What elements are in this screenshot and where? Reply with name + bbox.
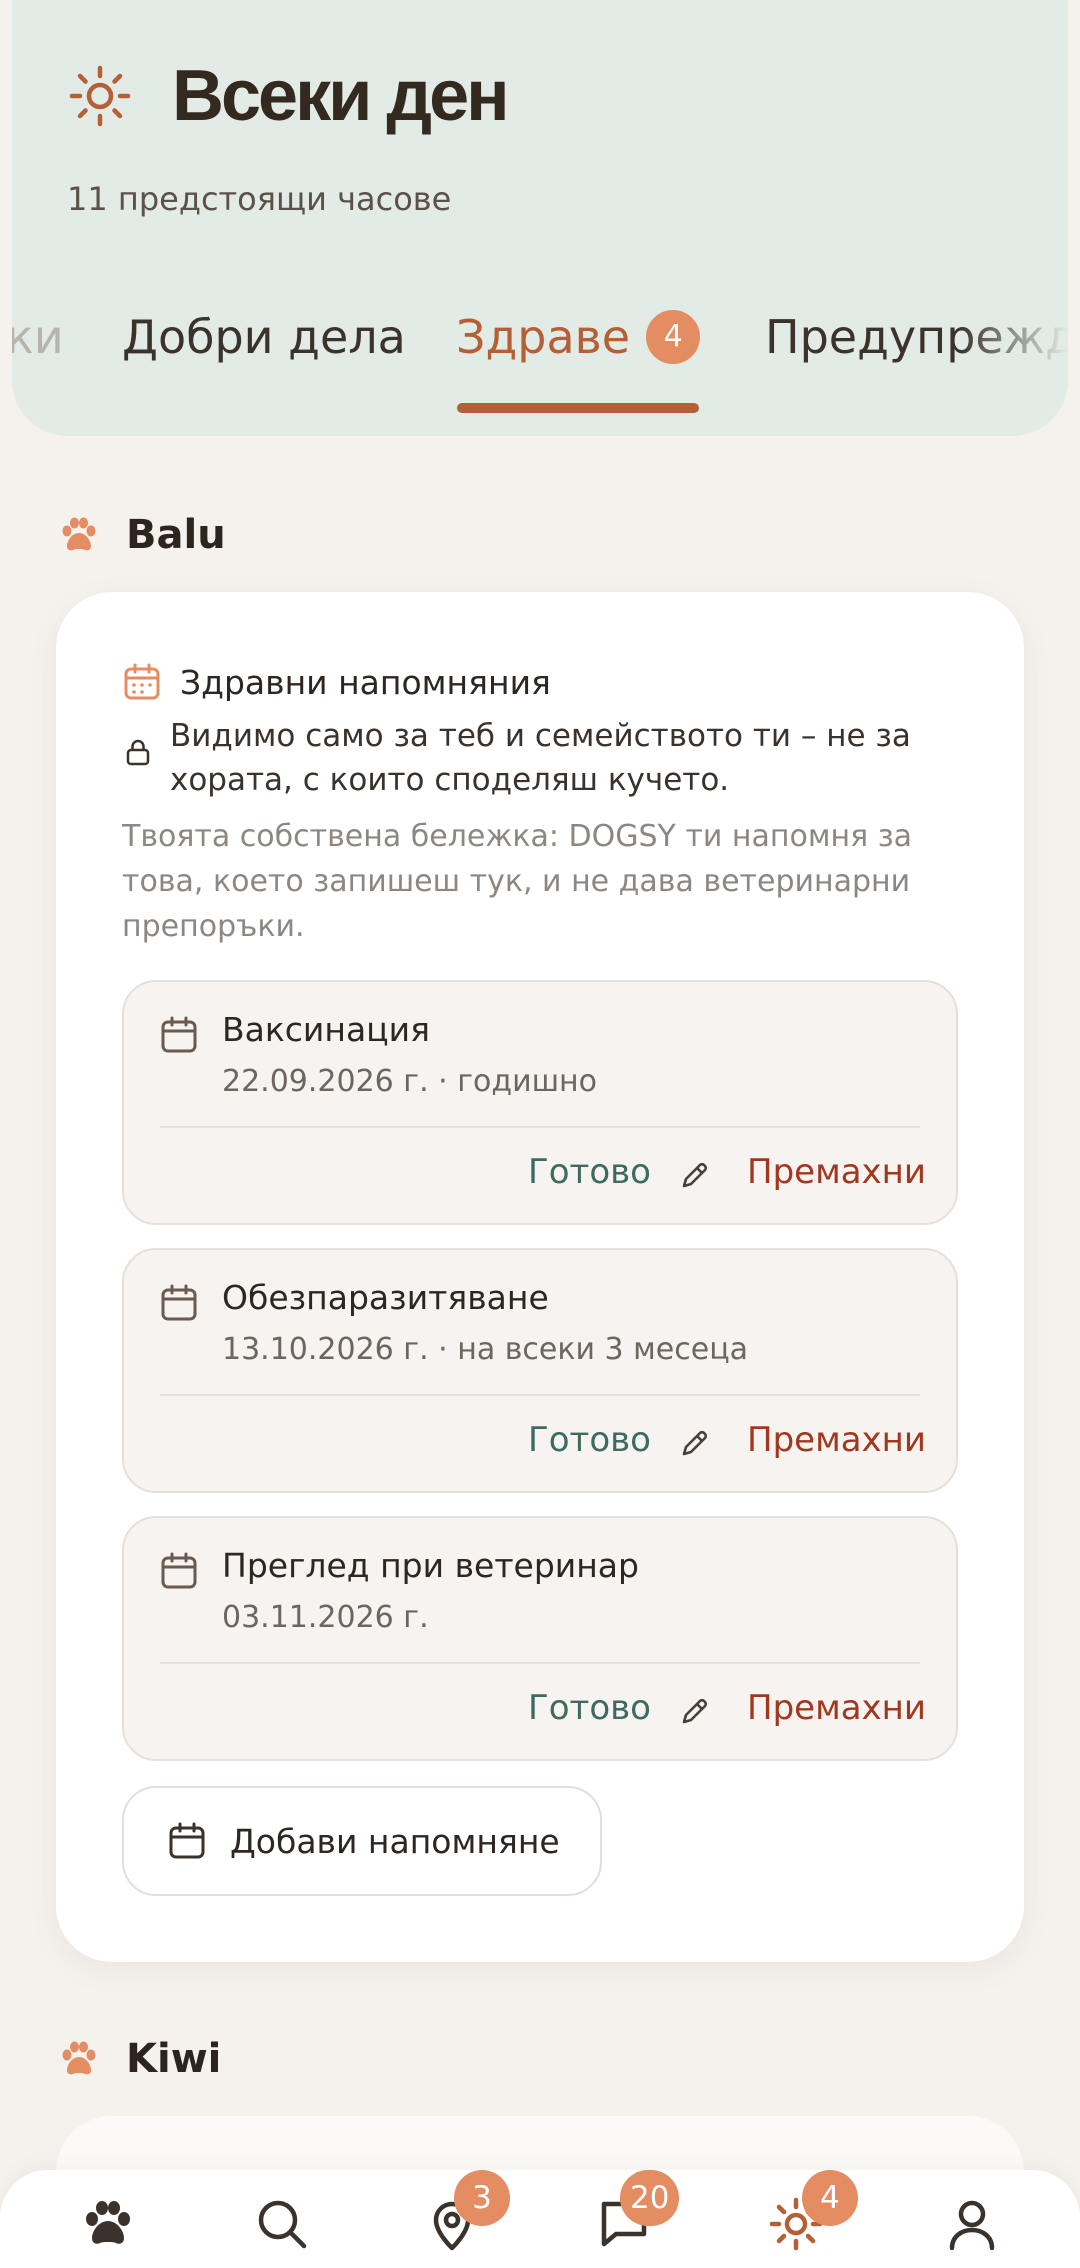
nav-search[interactable]	[254, 2196, 314, 2256]
done-button[interactable]: Готово	[528, 1688, 651, 1728]
nav-everyday-badge: 4	[802, 2170, 858, 2226]
calendar-icon	[161, 1284, 197, 1321]
nav-dogs[interactable]	[80, 2196, 140, 2256]
dog-section-balu: Balu	[58, 512, 226, 558]
calendar-icon	[124, 663, 160, 700]
reminder-title: Ваксинация	[222, 1010, 430, 1049]
done-button[interactable]: Готово	[528, 1420, 651, 1460]
nav-everyday[interactable]: 4	[768, 2170, 858, 2256]
card-title: Здравни напомняния	[180, 662, 551, 702]
calendar-icon	[169, 1822, 205, 1859]
health-reminders-card: Здравни напомняния Видимо само за теб и …	[56, 592, 1024, 1962]
reminder-item: Обезпаразитяване 13.10.2026 г. · на всек…	[122, 1248, 958, 1493]
paw-icon	[86, 2201, 130, 2244]
reminder-item: Преглед при ветеринар 03.11.2026 г. Гото…	[122, 1516, 958, 1761]
tab-bar: ки Добри дела Здраве 4 Предупрежд	[12, 300, 1068, 413]
reminder-date: 13.10.2026 г. · на всеки 3 месеца	[222, 1332, 748, 1367]
page-title: Всеки ден	[172, 56, 510, 136]
nav-places[interactable]: 3	[424, 2170, 510, 2256]
calendar-icon	[161, 1016, 197, 1053]
reminder-item: Ваксинация 22.09.2026 г. · годишно Готов…	[122, 980, 958, 1225]
lock-icon	[126, 739, 150, 766]
privacy-notice: Видимо само за теб и семейството ти – не…	[124, 714, 944, 802]
remove-button[interactable]: Премахни	[747, 1420, 926, 1460]
paw-icon	[62, 517, 96, 551]
bottom-nav: 3 20 4	[0, 2170, 1080, 2268]
active-tab-indicator	[457, 403, 699, 413]
edit-pencil-icon[interactable]	[678, 1694, 712, 1728]
edit-pencil-icon[interactable]	[678, 1158, 712, 1192]
calendar-icon	[161, 1552, 197, 1589]
reminder-title: Обезпаразитяване	[222, 1278, 549, 1317]
nav-messages[interactable]: 20	[596, 2170, 680, 2256]
done-button[interactable]: Готово	[528, 1152, 651, 1192]
divider	[160, 1126, 920, 1128]
sun-icon	[69, 65, 131, 127]
nav-profile[interactable]	[944, 2196, 1004, 2256]
reminder-date: 22.09.2026 г. · годишно	[222, 1064, 597, 1099]
nav-places-badge: 3	[454, 2170, 510, 2226]
add-reminder-label: Добави напомняне	[230, 1821, 560, 1861]
tab-health-label: Здраве	[456, 310, 631, 364]
reminder-date: 03.11.2026 г.	[222, 1600, 429, 1635]
divider	[160, 1662, 920, 1664]
edit-pencil-icon[interactable]	[678, 1426, 712, 1460]
nav-messages-badge: 20	[620, 2170, 680, 2226]
tab-good-deeds[interactable]: Добри дела	[122, 310, 406, 364]
dog-name: Kiwi	[126, 2036, 222, 2082]
upcoming-count: 11 предстоящи часове	[67, 180, 452, 218]
tab-partial[interactable]: ки	[12, 310, 64, 364]
privacy-text: Видимо само за теб и семейството ти – не…	[170, 718, 911, 798]
reminder-title: Преглед при ветеринар	[222, 1546, 639, 1585]
tab-health-badge: 4	[646, 309, 701, 364]
title-row: Всеки ден	[68, 56, 510, 136]
divider	[160, 1394, 920, 1396]
search-icon	[258, 2200, 307, 2249]
add-reminder-button[interactable]: Добави напомняне	[122, 1786, 602, 1896]
paw-icon	[62, 2041, 96, 2075]
disclaimer-note: Твоята собствена бележка: DOGSY ти напом…	[122, 819, 913, 944]
dog-name: Balu	[126, 512, 226, 558]
remove-button[interactable]: Премахни	[747, 1688, 926, 1728]
tab-fade	[958, 300, 1068, 400]
dog-section-kiwi: Kiwi	[58, 2036, 221, 2082]
profile-icon	[949, 2200, 995, 2251]
header: Всеки ден 11 предстоящи часове ки Добри …	[12, 0, 1068, 436]
card-header: Здравни напомняния	[122, 662, 551, 702]
remove-button[interactable]: Премахни	[747, 1152, 926, 1192]
tab-health[interactable]: Здраве 4	[456, 309, 701, 368]
